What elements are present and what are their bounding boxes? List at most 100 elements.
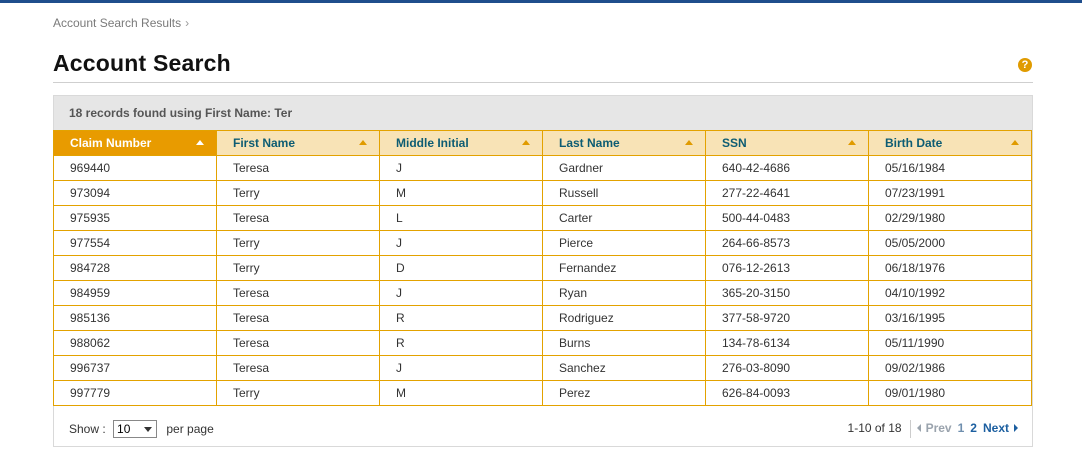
cell-ssn: 277-22-4641 xyxy=(705,180,869,206)
cell-last-name: Pierce xyxy=(542,230,706,256)
cell-birth-date: 05/16/1984 xyxy=(868,155,1032,181)
table-row[interactable]: 975935 Teresa L Carter 500-44-0483 02/29/1980 xyxy=(53,205,1032,231)
sort-up-icon xyxy=(848,140,856,145)
table-body: 969440 Teresa J Gardner 640-42-4686 05/16/198… xyxy=(53,155,1032,406)
record-range: 1-10 of 18 xyxy=(847,421,902,436)
cell-middle-initial: M xyxy=(379,380,543,406)
cell-last-name: Gardner xyxy=(542,155,706,181)
table-row[interactable]: 996737 Teresa J Sanchez 276-03-8090 09/02/198… xyxy=(53,355,1032,381)
cell-first-name: Terry xyxy=(216,255,380,281)
column-header-birth-date[interactable]: Birth Date xyxy=(868,130,1032,156)
arrow-right-icon xyxy=(1014,424,1018,433)
page-link-1[interactable]: 1 xyxy=(958,421,965,435)
pagination: 1-10 of 18 Prev 1 2 Next xyxy=(848,420,1018,438)
column-header-claim-number[interactable]: Claim Number xyxy=(53,130,217,156)
cell-middle-initial: J xyxy=(379,230,543,256)
table-row[interactable]: 985136 Teresa R Rodriguez 377-58-9720 03/16/1… xyxy=(53,305,1032,331)
column-header-first-name[interactable]: First Name xyxy=(216,130,380,156)
cell-middle-initial: R xyxy=(379,305,543,331)
cell-first-name: Teresa xyxy=(216,205,380,231)
cell-birth-date: 07/23/1991 xyxy=(868,180,1032,206)
column-header-ssn[interactable]: SSN xyxy=(705,130,869,156)
table-row[interactable]: 969440 Teresa J Gardner 640-42-4686 05/16/198… xyxy=(53,155,1032,181)
cell-claim-number: 984959 xyxy=(53,280,217,306)
table-row[interactable]: 973094 Terry M Russell 277-22-4641 07/23/1991 xyxy=(53,180,1032,206)
column-header-label: Claim Number xyxy=(70,136,152,150)
cell-ssn: 626-84-0093 xyxy=(705,380,869,406)
cell-first-name: Teresa xyxy=(216,155,380,181)
cell-middle-initial: D xyxy=(379,255,543,281)
chevron-right-icon: › xyxy=(185,16,190,30)
cell-last-name: Perez xyxy=(542,380,706,406)
next-label: Next xyxy=(982,421,1009,436)
sort-up-icon xyxy=(685,140,693,145)
table-row[interactable]: 988062 Teresa R Burns 134-78-6134 05/11/1990 xyxy=(53,330,1032,356)
cell-birth-date: 09/02/1986 xyxy=(868,355,1032,381)
cell-last-name: Ryan xyxy=(542,280,706,306)
cell-birth-date: 09/01/1980 xyxy=(868,380,1032,406)
cell-middle-initial: J xyxy=(379,280,543,306)
sort-up-icon xyxy=(522,140,530,145)
cell-ssn: 500-44-0483 xyxy=(705,205,869,231)
breadcrumb-link[interactable]: Account Search Results xyxy=(53,16,181,30)
cell-last-name: Fernandez xyxy=(542,255,706,281)
cell-ssn: 276-03-8090 xyxy=(705,355,869,381)
sort-up-icon xyxy=(1011,140,1019,145)
results-panel: 18 records found using First Name: Ter C… xyxy=(53,95,1033,447)
results-table: Claim Number First Name Middle Initial L… xyxy=(53,130,1032,406)
table-row[interactable]: 997779 Terry M Perez 626-84-0093 09/01/1980 xyxy=(53,380,1032,406)
per-page-label: per page xyxy=(166,422,214,436)
top-accent-bar xyxy=(0,0,1082,3)
title-divider xyxy=(53,82,1033,83)
per-page-select[interactable]: 10 xyxy=(113,420,158,438)
arrow-left-icon xyxy=(916,424,921,433)
page-link-2[interactable]: 2 xyxy=(970,421,977,435)
help-icon[interactable]: ? xyxy=(1018,58,1032,72)
cell-first-name: Teresa xyxy=(216,280,380,306)
cell-last-name: Sanchez xyxy=(542,355,706,381)
cell-birth-date: 03/16/1995 xyxy=(868,305,1032,331)
cell-middle-initial: L xyxy=(379,205,543,231)
sort-up-icon xyxy=(359,140,367,145)
cell-birth-date: 05/05/2000 xyxy=(868,230,1032,256)
cell-first-name: Terry xyxy=(216,380,380,406)
cell-claim-number: 997779 xyxy=(53,380,217,406)
cell-last-name: Carter xyxy=(542,205,706,231)
cell-claim-number: 975935 xyxy=(53,205,217,231)
table-row[interactable]: 984959 Teresa J Ryan 365-20-3150 04/10/1992 xyxy=(53,280,1032,306)
cell-birth-date: 02/29/1980 xyxy=(868,205,1032,231)
records-summary: 18 records found using First Name: Ter xyxy=(54,96,1032,130)
cell-first-name: Teresa xyxy=(216,330,380,356)
cell-claim-number: 996737 xyxy=(53,355,217,381)
cell-birth-date: 06/18/1976 xyxy=(868,255,1032,281)
cell-ssn: 377-58-9720 xyxy=(705,305,869,331)
cell-claim-number: 984728 xyxy=(53,255,217,281)
page-size-control: Show : 10 per page xyxy=(69,420,214,438)
cell-ssn: 365-20-3150 xyxy=(705,280,869,306)
table-row[interactable]: 977554 Terry J Pierce 264-66-8573 05/05/2000 xyxy=(53,230,1032,256)
column-header-label: Birth Date xyxy=(885,136,943,150)
table-row[interactable]: 984728 Terry D Fernandez 076-12-2613 06/18/19… xyxy=(53,255,1032,281)
cell-first-name: Terry xyxy=(216,180,380,206)
column-header-middle-initial[interactable]: Middle Initial xyxy=(379,130,543,156)
cell-ssn: 076-12-2613 xyxy=(705,255,869,281)
sort-up-icon xyxy=(196,140,204,145)
next-page-button[interactable]: Next xyxy=(983,421,1018,435)
pagination-divider xyxy=(909,420,911,438)
page-title: Account Search xyxy=(53,50,231,76)
column-header-last-name[interactable]: Last Name xyxy=(542,130,706,156)
breadcrumb: Account Search Results › xyxy=(53,16,189,30)
cell-middle-initial: J xyxy=(379,155,543,181)
cell-claim-number: 973094 xyxy=(53,180,217,206)
cell-last-name: Russell xyxy=(542,180,706,206)
column-header-label: SSN xyxy=(722,136,747,150)
prev-page-button[interactable]: Prev xyxy=(916,421,952,435)
cell-last-name: Burns xyxy=(542,330,706,356)
column-header-label: Middle Initial xyxy=(396,136,469,150)
cell-ssn: 134-78-6134 xyxy=(705,330,869,356)
table-header-row: Claim Number First Name Middle Initial L… xyxy=(53,130,1032,156)
cell-last-name: Rodriguez xyxy=(542,305,706,331)
cell-middle-initial: J xyxy=(379,355,543,381)
cell-first-name: Teresa xyxy=(216,355,380,381)
cell-claim-number: 988062 xyxy=(53,330,217,356)
